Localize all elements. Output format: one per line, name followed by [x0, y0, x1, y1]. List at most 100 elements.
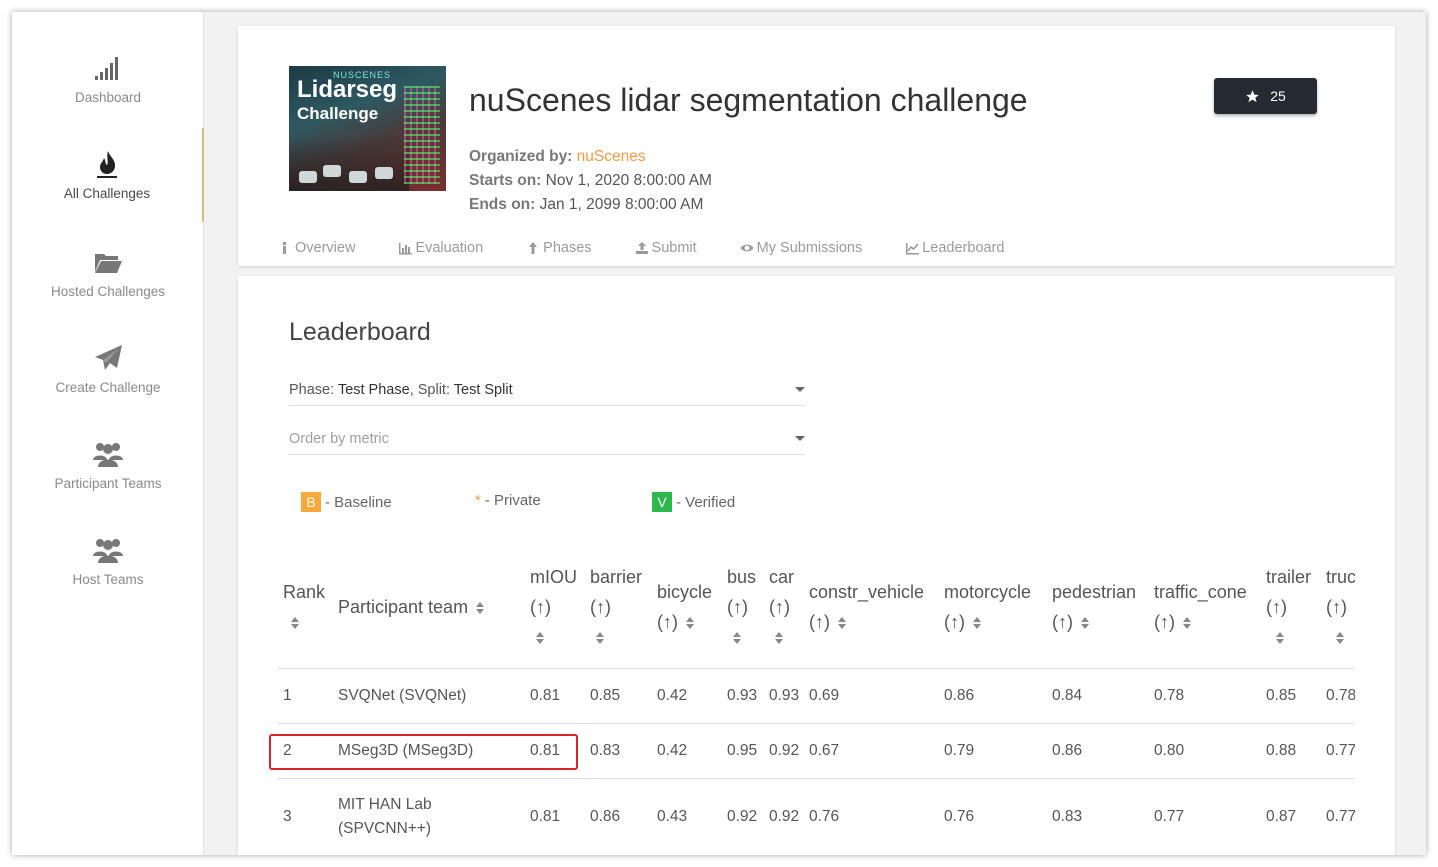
chevron-down-icon — [795, 436, 805, 441]
eye-icon — [740, 244, 754, 252]
table-row: 1 SVQNet (SVQNet) 0.81 0.85 0.42 0.93 0.93 0.69… — [278, 668, 1355, 724]
sort-icon — [596, 631, 604, 645]
sidebar-item-all-challenges[interactable]: All Challenges — [12, 128, 204, 222]
metric-cell: 0.87 — [1261, 778, 1321, 855]
metric-cell: 0.78 — [1321, 668, 1355, 724]
column-header-rank[interactable]: Rank — [278, 546, 333, 669]
column-header-trailer[interactable]: trailer (↑) — [1261, 546, 1321, 669]
metric-cell: 0.77 — [1321, 778, 1355, 855]
paper-plane-icon — [95, 345, 122, 370]
upload-icon — [635, 242, 648, 254]
tab-phases[interactable]: Phases — [526, 240, 592, 256]
chevron-down-icon — [795, 387, 805, 392]
sort-icon — [476, 601, 485, 615]
column-header-barrier[interactable]: barrier (↑) — [585, 546, 652, 669]
sidebar-item-label: Dashboard — [74, 90, 142, 105]
challenge-thumbnail: NUSCENES Lidarseg Challenge — [289, 66, 446, 191]
flame-icon — [97, 151, 117, 178]
sidebar-item-label: Host Teams — [72, 572, 144, 587]
column-header-bus[interactable]: bus (↑) — [722, 546, 764, 669]
column-header-constr-vehicle[interactable]: constr_vehicle (↑) — [804, 546, 939, 669]
rank-cell: 1 — [278, 668, 333, 724]
end-date: Ends on: Jan 1, 2099 8:00:00 AM — [469, 196, 704, 213]
column-header-car[interactable]: car (↑) — [764, 546, 804, 669]
organized-by: Organized by: nuScenes — [469, 148, 646, 165]
sort-icon — [1336, 631, 1344, 645]
rank-cell: 3 — [278, 778, 333, 855]
phase-split-select[interactable]: Phase: Test Phase, Split: Test Split — [289, 376, 805, 406]
metric-cell: 0.67 — [804, 723, 939, 779]
sort-icon — [536, 631, 544, 645]
metric-cell: 0.69 — [804, 668, 939, 724]
column-header-bicycle[interactable]: bicycle (↑) — [652, 546, 722, 669]
metric-cell: 0.85 — [1261, 668, 1321, 724]
metric-cell: 0.78 — [1149, 668, 1261, 724]
verified-badge: V — [652, 492, 672, 512]
sidebar-item-label: Hosted Challenges — [50, 284, 166, 299]
metric-cell: 0.79 — [939, 723, 1047, 779]
leaderboard-table-container: Rank Participant team mIOU (↑) barrier (… — [278, 546, 1355, 855]
metric-cell: 0.93 — [722, 668, 764, 724]
metric-cell: 0.76 — [939, 778, 1047, 855]
rank-cell: 2 — [278, 723, 333, 779]
leaderboard-body: 1 SVQNet (SVQNet) 0.81 0.85 0.42 0.93 0.93 0.69… — [278, 668, 1355, 855]
metric-cell: 0.77 — [1321, 723, 1355, 779]
column-header-truck[interactable]: truck (↑) — [1321, 546, 1355, 669]
sort-icon — [1183, 616, 1191, 630]
sort-icon — [775, 631, 783, 645]
metric-cell: 0.86 — [585, 778, 652, 855]
thumbnail-text: Challenge — [297, 104, 379, 123]
sort-icon — [973, 616, 981, 630]
sort-icon — [686, 616, 694, 630]
metric-cell: 0.42 — [652, 723, 722, 779]
metric-cell: 0.81 — [525, 668, 585, 724]
users-icon — [93, 443, 123, 467]
sidebar-item-label: All Challenges — [63, 186, 151, 201]
sort-icon — [291, 616, 299, 630]
challenge-title: nuScenes lidar segmentation challenge — [469, 82, 1028, 118]
column-header-motorcycle[interactable]: motorcycle (↑) — [939, 546, 1047, 669]
line-chart-icon — [906, 243, 920, 255]
challenge-tabs: Overview Evaluation Phases Submit My Sub… — [278, 240, 1047, 256]
metric-cell: 0.92 — [764, 723, 804, 779]
metric-cell: 0.93 — [764, 668, 804, 724]
bar-chart-icon — [399, 243, 413, 255]
signal-bars-icon — [95, 57, 118, 80]
tab-leaderboard[interactable]: Leaderboard — [905, 240, 1004, 256]
sidebar-item-participant-teams[interactable]: Participant Teams — [12, 438, 204, 534]
metric-cell: 0.76 — [804, 778, 939, 855]
table-header-row: Rank Participant team mIOU (↑) barrier (… — [278, 546, 1355, 669]
tab-overview[interactable]: Overview — [278, 240, 355, 256]
metric-cell: 0.77 — [1149, 778, 1261, 855]
legend-private: * - Private — [475, 492, 541, 509]
sidebar: Dashboard All Challenges Hosted Challeng… — [12, 12, 204, 855]
sort-icon — [1081, 616, 1089, 630]
leaderboard-title: Leaderboard — [289, 318, 431, 346]
metric-cell: 0.88 — [1261, 723, 1321, 779]
tab-my-submissions[interactable]: My Submissions — [740, 240, 862, 256]
leaderboard-card: Leaderboard Phase: Test Phase, Split: Te… — [238, 276, 1395, 855]
sidebar-item-create-challenge[interactable]: Create Challenge — [12, 342, 204, 438]
folder-open-icon — [95, 254, 122, 273]
app-window: Dashboard All Challenges Hosted Challeng… — [12, 12, 1426, 855]
sidebar-item-hosted-challenges[interactable]: Hosted Challenges — [12, 246, 204, 342]
baseline-badge: B — [301, 492, 321, 512]
table-row: 2 MSeg3D (MSeg3D) 0.81 0.83 0.42 0.95 0.92 0.67… — [278, 723, 1355, 779]
sidebar-item-host-teams[interactable]: Host Teams — [12, 534, 204, 630]
thumbnail-text: Lidarseg — [297, 76, 398, 103]
column-header-traffic-cone[interactable]: traffic_cone (↑) — [1149, 546, 1261, 669]
column-header-team[interactable]: Participant team — [333, 546, 525, 669]
sidebar-item-label: Create Challenge — [55, 380, 161, 395]
order-by-metric-select[interactable]: Order by metric — [289, 425, 805, 455]
sort-icon — [1276, 631, 1284, 645]
tab-evaluation[interactable]: Evaluation — [398, 240, 483, 256]
star-icon — [1246, 89, 1259, 102]
star-button[interactable]: 25 — [1214, 78, 1317, 114]
metric-cell: 0.83 — [585, 723, 652, 779]
tab-submit[interactable]: Submit — [635, 240, 697, 256]
column-header-miou[interactable]: mIOU (↑) — [525, 546, 585, 669]
organizer-link[interactable]: nuScenes — [577, 148, 646, 165]
table-row: 3 MIT HAN Lab (SPVCNN++) 0.81 0.86 0.43 0.92 0… — [278, 778, 1355, 855]
column-header-pedestrian[interactable]: pedestrian (↑) — [1047, 546, 1149, 669]
metric-cell: 0.80 — [1149, 723, 1261, 779]
